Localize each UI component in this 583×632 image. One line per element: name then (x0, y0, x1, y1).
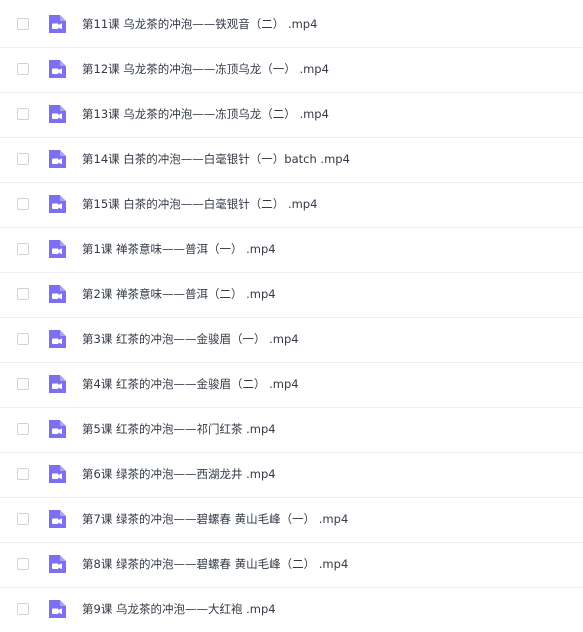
video-file-icon-graphic (49, 285, 66, 303)
file-name[interactable]: 第12课 乌龙茶的冲泡——冻顶乌龙（一） .mp4 (82, 61, 329, 77)
file-name[interactable]: 第14课 白茶的冲泡——白毫银针（一）batch .mp4 (82, 151, 350, 167)
video-file-icon-graphic (49, 105, 66, 123)
video-file-icon-graphic (49, 555, 66, 573)
video-file-icon (46, 328, 68, 350)
video-file-icon (46, 598, 68, 620)
file-row[interactable]: 第4课 红茶的冲泡——金骏眉（二） .mp4 (0, 363, 583, 408)
file-row[interactable]: 第5课 红茶的冲泡——祁门红茶 .mp4 (0, 408, 583, 453)
row-checkbox[interactable] (17, 558, 29, 570)
file-list: 第11课 乌龙茶的冲泡——铁观音（二） .mp4 第12课 乌龙茶的冲泡——冻顶… (0, 0, 583, 632)
row-checkbox[interactable] (17, 198, 29, 210)
video-file-icon (46, 553, 68, 575)
video-file-icon (46, 373, 68, 395)
file-row[interactable]: 第7课 绿茶的冲泡——碧螺春 黄山毛峰（一） .mp4 (0, 498, 583, 543)
file-name[interactable]: 第4课 红茶的冲泡——金骏眉（二） .mp4 (82, 376, 299, 392)
video-file-icon (46, 463, 68, 485)
row-checkbox[interactable] (17, 243, 29, 255)
file-row[interactable]: 第13课 乌龙茶的冲泡——冻顶乌龙（二） .mp4 (0, 93, 583, 138)
video-file-icon (46, 418, 68, 440)
file-row[interactable]: 第11课 乌龙茶的冲泡——铁观音（二） .mp4 (0, 3, 583, 48)
row-checkbox[interactable] (17, 513, 29, 525)
video-file-icon (46, 283, 68, 305)
file-name[interactable]: 第9课 乌龙茶的冲泡——大红袍 .mp4 (82, 601, 276, 617)
file-row[interactable]: 第12课 乌龙茶的冲泡——冻顶乌龙（一） .mp4 (0, 48, 583, 93)
file-row[interactable]: 第14课 白茶的冲泡——白毫银针（一）batch .mp4 (0, 138, 583, 183)
video-file-icon-graphic (49, 420, 66, 438)
row-checkbox[interactable] (17, 288, 29, 300)
file-name[interactable]: 第11课 乌龙茶的冲泡——铁观音（二） .mp4 (82, 16, 317, 32)
video-file-icon-graphic (49, 465, 66, 483)
file-name[interactable]: 第7课 绿茶的冲泡——碧螺春 黄山毛峰（一） .mp4 (82, 511, 348, 527)
file-row[interactable]: 第9课 乌龙茶的冲泡——大红袍 .mp4 (0, 588, 583, 632)
file-name[interactable]: 第2课 禅茶意味——普洱（二） .mp4 (82, 286, 276, 302)
row-checkbox[interactable] (17, 63, 29, 75)
row-checkbox[interactable] (17, 333, 29, 345)
row-checkbox[interactable] (17, 378, 29, 390)
file-name[interactable]: 第3课 红茶的冲泡——金骏眉（一） .mp4 (82, 331, 299, 347)
file-name[interactable]: 第15课 白茶的冲泡——白毫银针（二） .mp4 (82, 196, 317, 212)
video-file-icon-graphic (49, 375, 66, 393)
video-file-icon (46, 13, 68, 35)
row-checkbox[interactable] (17, 153, 29, 165)
file-row[interactable]: 第15课 白茶的冲泡——白毫银针（二） .mp4 (0, 183, 583, 228)
video-file-icon (46, 508, 68, 530)
row-checkbox[interactable] (17, 108, 29, 120)
row-checkbox[interactable] (17, 468, 29, 480)
video-file-icon-graphic (49, 60, 66, 78)
video-file-icon-graphic (49, 330, 66, 348)
file-row[interactable]: 第3课 红茶的冲泡——金骏眉（一） .mp4 (0, 318, 583, 363)
file-name[interactable]: 第13课 乌龙茶的冲泡——冻顶乌龙（二） .mp4 (82, 106, 329, 122)
video-file-icon (46, 58, 68, 80)
video-file-icon-graphic (49, 240, 66, 258)
video-file-icon (46, 103, 68, 125)
video-file-icon (46, 148, 68, 170)
video-file-icon (46, 238, 68, 260)
file-row[interactable]: 第2课 禅茶意味——普洱（二） .mp4 (0, 273, 583, 318)
file-name[interactable]: 第8课 绿茶的冲泡——碧螺春 黄山毛峰（二） .mp4 (82, 556, 348, 572)
file-row[interactable]: 第6课 绿茶的冲泡——西湖龙井 .mp4 (0, 453, 583, 498)
video-file-icon-graphic (49, 15, 66, 33)
row-checkbox[interactable] (17, 603, 29, 615)
video-file-icon-graphic (49, 195, 66, 213)
video-file-icon-graphic (49, 510, 66, 528)
file-name[interactable]: 第1课 禅茶意味——普洱（一） .mp4 (82, 241, 276, 257)
file-row[interactable]: 第1课 禅茶意味——普洱（一） .mp4 (0, 228, 583, 273)
file-row[interactable]: 第8课 绿茶的冲泡——碧螺春 黄山毛峰（二） .mp4 (0, 543, 583, 588)
file-name[interactable]: 第6课 绿茶的冲泡——西湖龙井 .mp4 (82, 466, 276, 482)
video-file-icon (46, 193, 68, 215)
video-file-icon-graphic (49, 600, 66, 618)
file-name[interactable]: 第5课 红茶的冲泡——祁门红茶 .mp4 (82, 421, 276, 437)
row-checkbox[interactable] (17, 423, 29, 435)
row-checkbox[interactable] (17, 18, 29, 30)
video-file-icon-graphic (49, 150, 66, 168)
